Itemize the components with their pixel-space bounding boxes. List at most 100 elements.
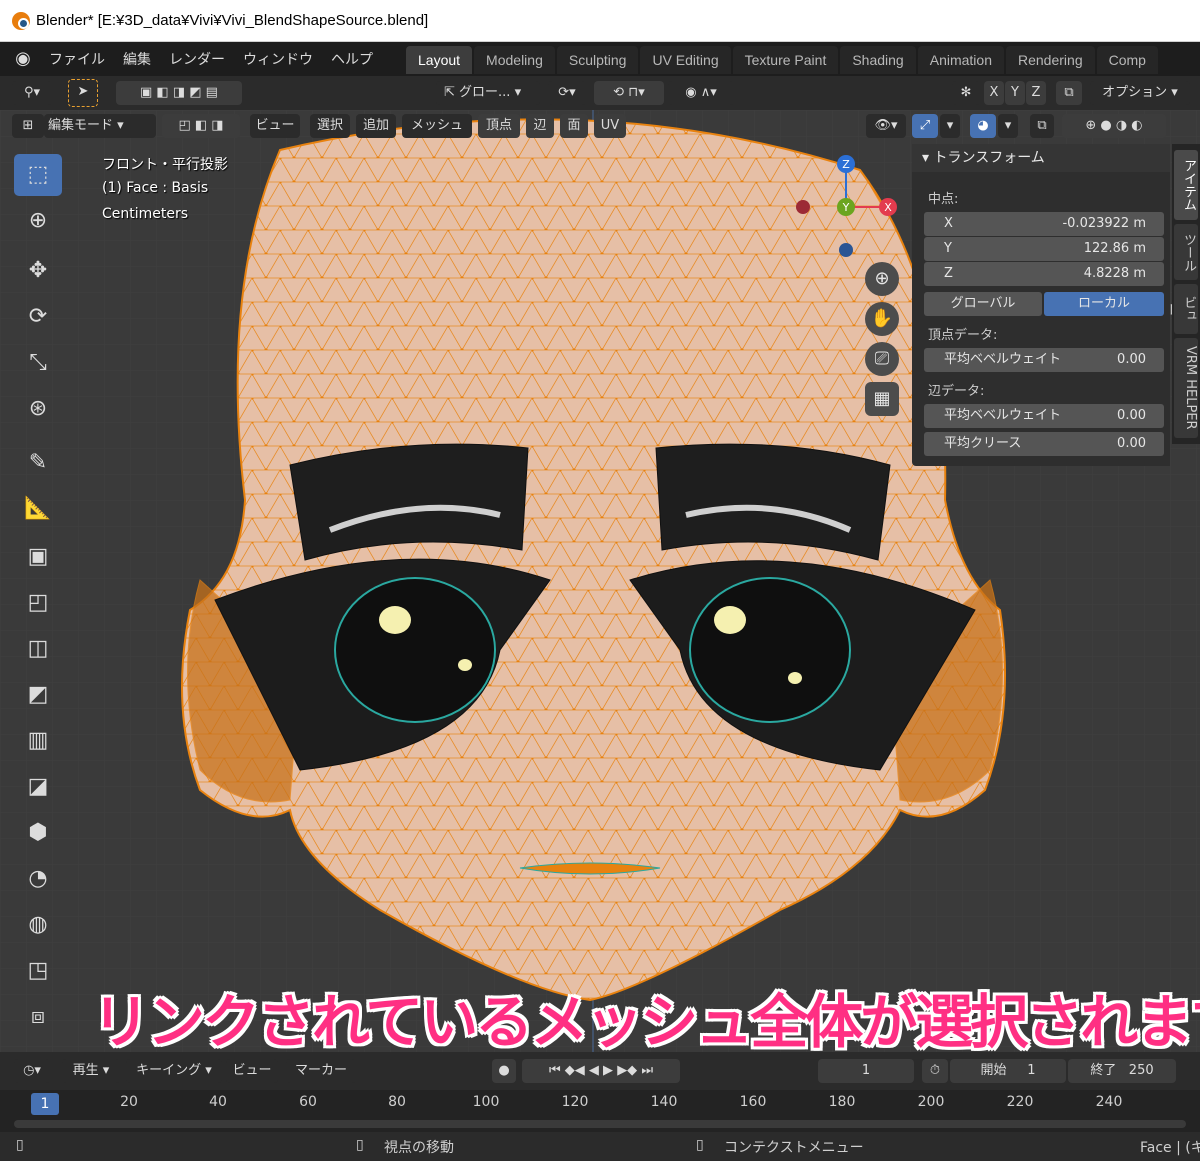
- pivot-point-icon[interactable]: ⟳▾: [548, 81, 586, 105]
- menu-file[interactable]: ファイル: [40, 49, 114, 69]
- end-frame-field[interactable]: 終了 250: [1068, 1059, 1176, 1083]
- shading-mode-buttons[interactable]: ⊕ ● ◑ ◐: [1062, 114, 1166, 138]
- overlay-toggle-icon[interactable]: ◕: [970, 114, 996, 138]
- view-move-hint: 視点の移動: [384, 1140, 454, 1156]
- menu-uv[interactable]: UV: [594, 114, 626, 138]
- editor-type-icon[interactable]: ⊞: [12, 114, 44, 138]
- tab-layout[interactable]: Layout: [406, 46, 473, 74]
- median-z-field[interactable]: Z 4.8228 m: [924, 262, 1164, 286]
- camera-view-icon[interactable]: ⎚: [865, 342, 899, 376]
- mirror-x-toggle[interactable]: X: [984, 81, 1004, 105]
- median-y-field[interactable]: Y 122.86 m: [924, 237, 1164, 261]
- edge-slide-tool-icon[interactable]: ◳: [14, 950, 62, 992]
- menu-edge[interactable]: 辺: [526, 114, 554, 138]
- blender-logo-icon: [12, 11, 30, 30]
- mirror-y-toggle[interactable]: Y: [1005, 81, 1025, 105]
- auto-merge-icon[interactable]: ⧉: [1056, 81, 1082, 105]
- edge-crease-field[interactable]: 平均クリース 0.00: [924, 432, 1164, 456]
- pan-hand-icon[interactable]: ✋: [865, 302, 899, 336]
- playback-controls[interactable]: ⏮ ◆◀ ◀ ▶ ▶◆ ⏭: [522, 1059, 680, 1083]
- current-frame-indicator[interactable]: 1: [31, 1093, 59, 1115]
- menu-view[interactable]: ビュー: [250, 114, 300, 138]
- zoom-icon[interactable]: ⊕: [865, 262, 899, 296]
- gizmo-toggle-icon[interactable]: ⤢: [912, 114, 938, 138]
- menu-select[interactable]: 選択: [310, 114, 350, 138]
- snap-toggle-icon[interactable]: ⟲ ⊓▾: [594, 81, 664, 105]
- proportional-edit-icon[interactable]: ◉ ∧▾: [668, 81, 734, 105]
- edge-bevel-label: 平均ベベルウェイト: [944, 408, 1062, 423]
- menu-vertex[interactable]: 頂点: [478, 114, 520, 138]
- xray-toggle-icon[interactable]: ⧉: [1030, 114, 1054, 138]
- inset-tool-icon[interactable]: ◫: [14, 628, 62, 670]
- timeline[interactable]: 1 20 40 60 80 100 120 140 160 180 200 22…: [0, 1090, 1200, 1132]
- extrude-tool-icon[interactable]: ◰: [14, 582, 62, 624]
- measure-tool-icon[interactable]: 📐: [14, 488, 62, 530]
- spin-tool-icon[interactable]: ◔: [14, 858, 62, 900]
- transform-orientation-dropdown[interactable]: ⇱ グロー... ▾: [436, 81, 540, 105]
- ortho-toggle-icon[interactable]: ▦: [865, 382, 899, 416]
- move-tool-icon[interactable]: ✥: [14, 250, 62, 292]
- poly-build-tool-icon[interactable]: ⬢: [14, 812, 62, 854]
- mirror-butterfly-icon[interactable]: ✻: [952, 81, 980, 105]
- tab-vrm-helper[interactable]: VRM HELPER: [1174, 338, 1198, 438]
- options-dropdown[interactable]: オプション ▾: [1090, 81, 1190, 105]
- tab-view[interactable]: ビュー: [1162, 284, 1198, 334]
- knife-tool-icon[interactable]: ◪: [14, 766, 62, 808]
- menu-help[interactable]: ヘルプ: [322, 49, 382, 69]
- status-info: Face | (キ: [1140, 1140, 1200, 1156]
- cursor-tool-icon[interactable]: ⊕: [14, 200, 62, 242]
- tab-compositing[interactable]: Comp: [1096, 46, 1158, 74]
- select-tool-icon[interactable]: ➤: [68, 79, 98, 107]
- stopwatch-icon[interactable]: ⏱: [922, 1059, 948, 1083]
- edge-bevel-field[interactable]: 平均ベベルウェイト 0.00: [924, 404, 1164, 428]
- current-frame-field[interactable]: 1: [818, 1059, 914, 1083]
- add-cube-tool-icon[interactable]: ▣: [14, 536, 62, 578]
- menu-mesh[interactable]: メッシュ: [402, 114, 472, 138]
- tab-modeling[interactable]: Modeling: [474, 46, 555, 74]
- visibility-icon[interactable]: 👁▾: [866, 114, 906, 138]
- loop-cut-tool-icon[interactable]: ▥: [14, 720, 62, 762]
- vertex-bevel-field[interactable]: 平均ベベルウェイト 0.00: [924, 348, 1164, 372]
- tab-texture-paint[interactable]: Texture Paint: [732, 46, 839, 74]
- transform-tool-icon[interactable]: ⊛: [14, 388, 62, 430]
- blender-menu-icon[interactable]: ◉: [12, 48, 34, 70]
- transform-panel-header[interactable]: ▾ トランスフォーム: [912, 144, 1170, 172]
- local-toggle[interactable]: ローカル: [1044, 292, 1164, 316]
- select-box-tool-icon[interactable]: ⬚: [14, 154, 62, 196]
- tab-rendering[interactable]: Rendering: [1006, 46, 1095, 74]
- menu-window[interactable]: ウィンドウ: [234, 49, 322, 69]
- tab-item[interactable]: アイテム: [1174, 150, 1198, 220]
- median-x-field[interactable]: X -0.023922 m: [924, 212, 1164, 236]
- selection-mode-buttons[interactable]: ▣ ◧ ◨ ◩ ▤: [116, 81, 242, 105]
- tab-tool[interactable]: ツール: [1174, 224, 1198, 280]
- shrink-fatten-tool-icon[interactable]: ⧈: [14, 996, 62, 1038]
- scale-tool-icon[interactable]: ⤡: [14, 342, 62, 384]
- playback-menu[interactable]: 再生 ▾: [62, 1059, 120, 1083]
- gizmo-dropdown-icon[interactable]: ▾: [940, 114, 960, 138]
- select-mode-buttons[interactable]: ◰ ◧ ◨: [162, 114, 240, 138]
- record-button[interactable]: ●: [492, 1059, 516, 1083]
- mirror-z-toggle[interactable]: Z: [1026, 81, 1046, 105]
- snap-cursor-icon[interactable]: ⚲▾: [12, 81, 52, 105]
- tab-uv-editing[interactable]: UV Editing: [640, 46, 731, 74]
- annotate-tool-icon[interactable]: ✎: [14, 442, 62, 484]
- rotate-tool-icon[interactable]: ⟳: [14, 296, 62, 338]
- bevel-tool-icon[interactable]: ◩: [14, 674, 62, 716]
- overlay-dropdown-icon[interactable]: ▾: [998, 114, 1018, 138]
- global-toggle[interactable]: グローバル: [924, 292, 1042, 316]
- menu-edit[interactable]: 編集: [114, 49, 160, 69]
- timeline-scrollbar[interactable]: [14, 1120, 1186, 1128]
- marker-menu[interactable]: マーカー: [286, 1059, 356, 1083]
- timeline-editor-icon[interactable]: ◷▾: [14, 1059, 50, 1083]
- menu-face[interactable]: 面: [560, 114, 588, 138]
- tab-sculpting[interactable]: Sculpting: [556, 46, 639, 74]
- menu-render[interactable]: レンダー: [160, 49, 234, 69]
- tab-shading[interactable]: Shading: [840, 46, 916, 74]
- keying-menu[interactable]: キーイング ▾: [126, 1059, 222, 1083]
- smooth-tool-icon[interactable]: ◍: [14, 904, 62, 946]
- mode-dropdown[interactable]: 編集モード ▾: [44, 114, 156, 138]
- timeline-view-menu[interactable]: ビュー: [226, 1059, 278, 1083]
- start-frame-field[interactable]: 開始 1: [950, 1059, 1066, 1083]
- tab-animation[interactable]: Animation: [917, 46, 1004, 74]
- menu-add[interactable]: 追加: [356, 114, 396, 138]
